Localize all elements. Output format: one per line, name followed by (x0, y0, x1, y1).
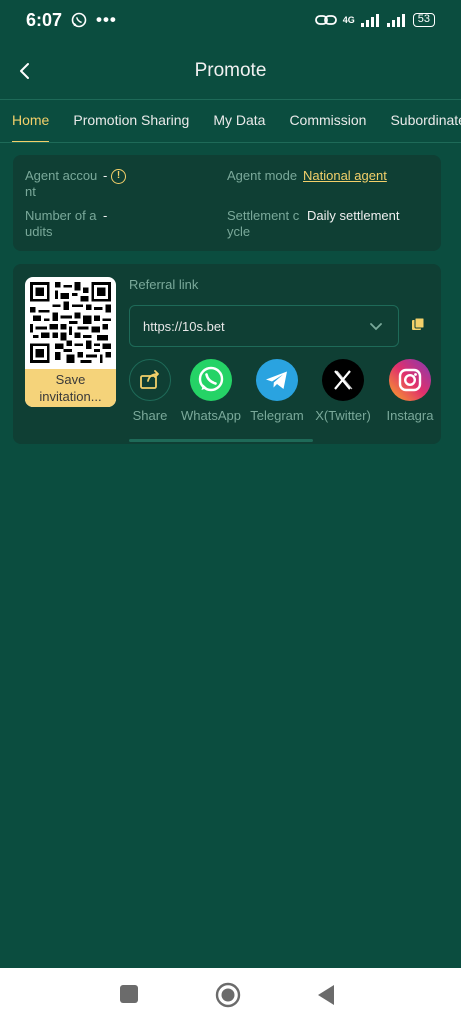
referral-link-select[interactable]: https://10s.bet (129, 305, 399, 347)
agent-mode-item: Agent mode National agent (227, 168, 437, 202)
share-icon (129, 359, 171, 401)
agent-info-card: Agent accou nt - ! Agent mode National a… (13, 155, 441, 251)
number-of-audits-item: Number of a udits - (25, 208, 225, 242)
settlement-cycle-label: Settlement c ycle (227, 208, 300, 239)
link-icon (314, 15, 337, 25)
agent-account-item: Agent accou nt - ! (25, 168, 225, 202)
whatsapp-icon (190, 359, 232, 401)
referral-link-label: Referral link (129, 277, 199, 292)
qr-code-panel[interactable]: Save invitation... (25, 277, 116, 407)
share-scroll-indicator[interactable] (129, 439, 313, 442)
save-invitation-button[interactable]: Save invitation... (25, 369, 116, 407)
chevron-down-icon (370, 323, 382, 331)
battery-indicator: 53 (412, 13, 435, 27)
x-twitter-icon (322, 359, 364, 401)
whatsapp-status-icon (71, 12, 87, 28)
telegram-icon (256, 359, 298, 401)
system-nav-bar (0, 968, 461, 1024)
tab-commission[interactable]: Commission (277, 100, 378, 142)
instagram-icon (389, 359, 431, 401)
tab-my-data[interactable]: My Data (201, 100, 277, 142)
info-icon[interactable]: ! (111, 169, 126, 184)
tab-bar: Home Promotion Sharing My Data Commissio… (0, 99, 461, 143)
status-bar: 6:07 ••• 4G 53 (0, 0, 461, 40)
recent-apps-icon[interactable] (119, 984, 139, 1004)
back-nav-icon[interactable] (316, 984, 336, 1006)
notification-dots: ••• (96, 10, 117, 29)
share-option-label: X(Twitter) (315, 408, 371, 423)
agent-mode-value[interactable]: National agent (303, 168, 387, 184)
signal-icon-2 (386, 13, 405, 27)
copy-icon[interactable] (411, 317, 425, 331)
settlement-cycle-item: Settlement c ycle Daily settlement (227, 208, 437, 242)
share-option-x-twitter[interactable]: X(Twitter) (306, 359, 380, 423)
share-option-label: Instagra (386, 408, 434, 423)
number-of-audits-label: Number of a udits (25, 208, 97, 239)
qr-code-image (30, 282, 111, 363)
agent-mode-label: Agent mode (227, 168, 298, 183)
tab-home[interactable]: Home (0, 100, 61, 142)
home-icon[interactable] (215, 982, 241, 1008)
page-header: Promote (0, 44, 461, 98)
share-option-whatsapp[interactable]: WhatsApp (174, 359, 248, 423)
share-options: Share WhatsApp Telegram X(Twitter) Insta… (129, 359, 441, 427)
share-option-instagram[interactable]: Instagra (373, 359, 441, 423)
back-arrow-icon[interactable] (12, 58, 38, 84)
network-type: 4G (342, 15, 355, 25)
tab-subordinate[interactable]: Subordinate (378, 100, 461, 142)
status-time: 6:07 (26, 9, 63, 30)
agent-account-label: Agent accou nt (25, 168, 98, 199)
referral-link-value: https://10s.bet (143, 319, 225, 334)
signal-icon-1 (360, 13, 379, 27)
share-card: Save invitation... Referral link https:/… (13, 264, 441, 444)
settlement-cycle-value: Daily settlement (307, 208, 400, 223)
agent-account-value: - (103, 168, 108, 183)
tab-promotion-sharing[interactable]: Promotion Sharing (61, 100, 201, 142)
share-option-label: Telegram (250, 408, 304, 423)
page-title: Promote (194, 60, 267, 81)
number-of-audits-value: - (103, 208, 108, 223)
share-option-label: WhatsApp (181, 408, 241, 423)
share-option-telegram[interactable]: Telegram (240, 359, 314, 423)
